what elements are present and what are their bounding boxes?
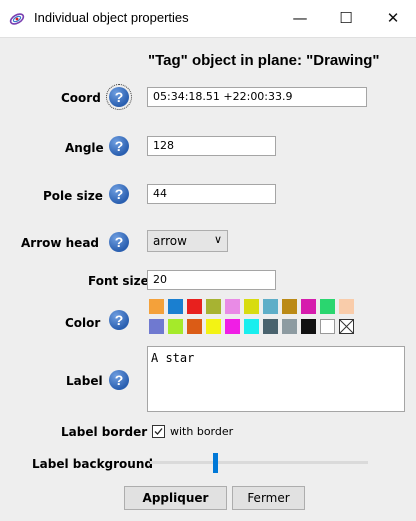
label-help-icon[interactable]: ?	[109, 370, 129, 390]
color-swatch[interactable]	[320, 319, 335, 334]
color-swatch[interactable]	[187, 299, 202, 314]
coord-help-icon[interactable]: ?	[106, 84, 132, 110]
color-swatch[interactable]	[282, 299, 297, 314]
app-icon	[9, 13, 25, 25]
with-border-checkbox[interactable]	[152, 425, 165, 438]
minimize-button[interactable]: —	[277, 4, 323, 32]
object-title: "Tag" object in plane: "Drawing"	[148, 52, 380, 69]
color-swatch[interactable]	[168, 299, 183, 314]
color-swatch[interactable]	[225, 299, 240, 314]
pole-size-label: Pole size	[43, 189, 103, 203]
color-swatch[interactable]	[206, 299, 221, 314]
coord-input[interactable]: 05:34:18.51 +22:00:33.9	[147, 87, 367, 107]
font-size-input[interactable]: 20	[147, 270, 276, 290]
color-swatch[interactable]	[339, 299, 354, 314]
coord-label: Coord	[61, 91, 101, 105]
color-swatch[interactable]	[320, 299, 335, 314]
slider-thumb[interactable]	[213, 453, 219, 473]
angle-help-icon[interactable]: ?	[109, 136, 129, 156]
label-label: Label	[66, 374, 103, 388]
apply-button[interactable]: Appliquer	[124, 486, 227, 510]
angle-input[interactable]: 128	[147, 136, 276, 156]
arrow-head-select[interactable]: arrow ∨	[147, 230, 228, 252]
font-size-label: Font size	[88, 274, 149, 288]
pole-size-input[interactable]: 44	[147, 184, 276, 204]
arrow-head-value: arrow	[153, 234, 187, 248]
color-swatch[interactable]	[263, 299, 278, 314]
checkmark-icon	[154, 428, 163, 435]
label-background-slider[interactable]	[150, 461, 368, 464]
arrow-head-label: Arrow head	[21, 236, 99, 250]
title-bar: Individual object properties — ☐ ✕	[0, 0, 416, 38]
label-textarea[interactable]: A star	[147, 346, 405, 412]
color-swatch[interactable]	[244, 319, 259, 334]
label-border-label: Label border	[61, 425, 148, 439]
color-swatch[interactable]	[282, 319, 297, 334]
color-swatch[interactable]	[244, 299, 259, 314]
color-help-icon[interactable]: ?	[109, 310, 129, 330]
close-window-button[interactable]: ✕	[370, 4, 416, 32]
color-swatch[interactable]	[206, 319, 221, 334]
maximize-button[interactable]: ☐	[323, 4, 369, 32]
color-swatch[interactable]	[225, 319, 240, 334]
color-swatch[interactable]	[263, 319, 278, 334]
angle-label: Angle	[65, 141, 104, 155]
label-background-label: Label background	[32, 457, 153, 471]
color-swatch[interactable]	[301, 319, 316, 334]
pole-size-help-icon[interactable]: ?	[109, 184, 129, 204]
color-swatch[interactable]	[187, 319, 202, 334]
color-swatch[interactable]	[168, 319, 183, 334]
window-title: Individual object properties	[34, 10, 189, 25]
chevron-down-icon: ∨	[213, 233, 222, 246]
color-swatch[interactable]	[301, 299, 316, 314]
color-label: Color	[65, 316, 101, 330]
close-button[interactable]: Fermer	[232, 486, 305, 510]
with-border-option: with border	[170, 425, 234, 438]
color-swatch[interactable]	[149, 319, 164, 334]
arrow-head-help-icon[interactable]: ?	[109, 232, 129, 252]
no-color-swatch[interactable]	[339, 319, 354, 334]
color-swatch[interactable]	[149, 299, 164, 314]
